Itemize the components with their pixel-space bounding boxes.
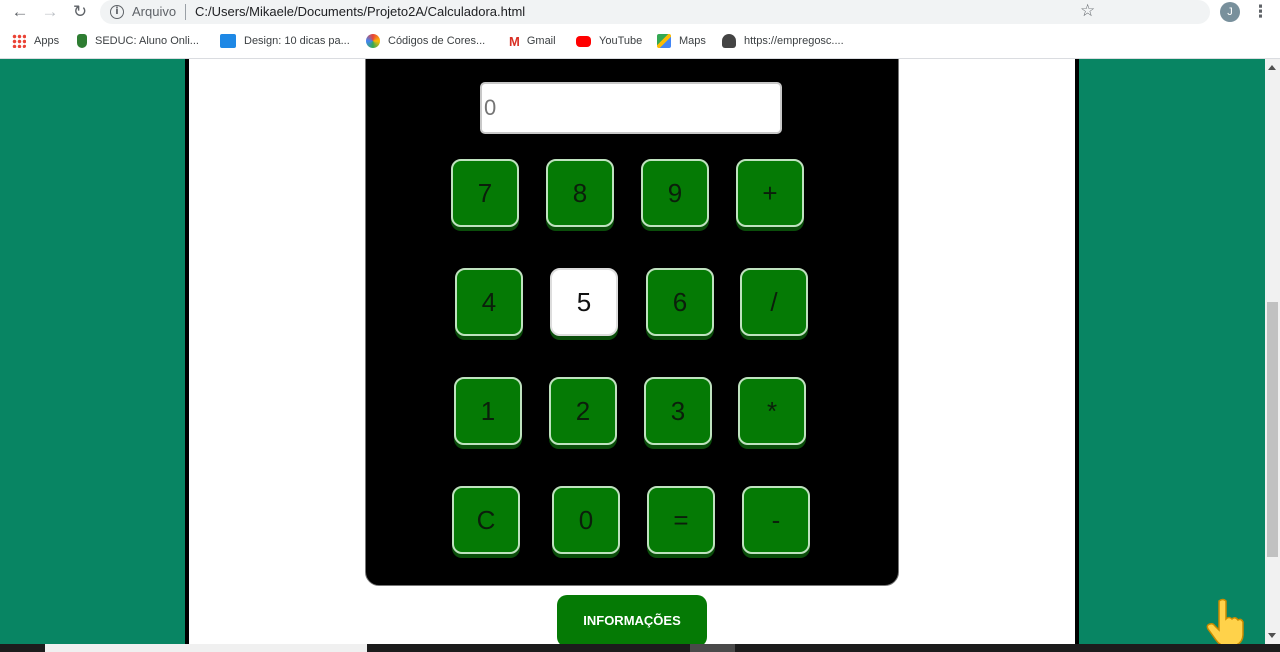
bookmark-label: Apps [34,35,60,47]
bookmark-label: YouTube [599,35,643,47]
profile-avatar[interactable]: J [1220,2,1240,22]
more-menu-icon[interactable]: ⋮ [1252,2,1269,22]
bookmark-label: Gmail [526,35,556,47]
key-multiply[interactable]: * [738,377,806,445]
key-4[interactable]: 4 [455,268,523,336]
youtube-icon [576,35,591,47]
scrollbar-thumb[interactable] [1267,302,1278,557]
key-1[interactable]: 1 [454,377,522,445]
key-2[interactable]: 2 [549,377,617,445]
empregos-icon [722,34,736,48]
bookmark-label: Códigos de Cores... [388,35,486,47]
bookmark-empregos[interactable]: https://empregosc.... [722,30,844,52]
key-9[interactable]: 9 [641,159,709,227]
info-icon[interactable]: i [110,5,124,19]
calculator-body [365,59,899,586]
color-wheel-icon [366,34,380,48]
hand-pointer-icon [1206,598,1244,644]
key-equals[interactable]: = [647,486,715,554]
bookmark-codigos-cores[interactable]: Códigos de Cores... [366,30,485,52]
bookmark-design[interactable]: Design: 10 dicas pa... [220,30,350,52]
key-8[interactable]: 8 [546,159,614,227]
key-7[interactable]: 7 [451,159,519,227]
bookmark-label: Maps [679,35,706,47]
gmail-icon: M [509,33,520,49]
key-0[interactable]: 0 [552,486,620,554]
right-side-panel [1079,59,1265,644]
url-separator [185,4,186,20]
bookmark-label: SEDUC: Aluno Onli... [95,35,199,47]
key-clear[interactable]: C [452,486,520,554]
key-5[interactable]: 5 [550,268,618,336]
bookmark-label: https://empregosc.... [744,35,844,47]
bookmark-seduc[interactable]: SEDUC: Aluno Onli... [77,30,199,52]
scroll-down-arrow-icon[interactable] [1268,633,1276,638]
seduc-icon [77,34,87,48]
back-arrow-icon[interactable]: ← [9,2,31,22]
address-bar[interactable]: i Arquivo C:/Users/Mikaele/Documents/Pro… [100,0,1210,24]
maps-icon [657,34,671,48]
os-taskbar [0,644,1280,652]
design-icon [220,34,236,48]
apps-grid-icon [12,34,26,48]
browser-toolbar: ← → ↻ i Arquivo C:/Users/Mikaele/Documen… [0,0,1280,25]
key-3[interactable]: 3 [644,377,712,445]
page-viewport: 7 8 9 + 4 5 6 / 1 2 3 * C 0 = - INFORMAÇ… [0,59,1265,644]
bookmark-gmail[interactable]: M Gmail [509,30,556,52]
key-6[interactable]: 6 [646,268,714,336]
left-border [185,59,189,644]
url-scheme-label: Arquivo [132,4,177,19]
bookmark-youtube[interactable]: YouTube [576,30,642,52]
reload-icon[interactable]: ↻ [69,2,91,22]
left-side-panel [0,59,185,644]
url-text[interactable]: C:/Users/Mikaele/Documents/Projeto2A/Cal… [195,4,525,19]
taskbar-search-box[interactable] [45,644,367,652]
info-button[interactable]: INFORMAÇÕES [557,595,707,644]
taskbar-app-slot[interactable] [690,644,735,652]
bookmark-star-icon[interactable]: ☆ [1080,1,1095,21]
key-divide[interactable]: / [740,268,808,336]
bookmark-label: Design: 10 dicas pa... [244,35,350,47]
key-minus[interactable]: - [742,486,810,554]
calculator-display[interactable] [480,82,782,134]
bookmark-apps[interactable]: Apps [12,30,59,52]
scroll-up-arrow-icon[interactable] [1268,65,1276,70]
vertical-scrollbar[interactable] [1265,59,1280,644]
key-plus[interactable]: + [736,159,804,227]
bookmarks-bar: Apps SEDUC: Aluno Onli... Design: 10 dic… [0,30,1280,55]
forward-arrow-icon[interactable]: → [39,2,61,22]
bookmark-maps[interactable]: Maps [657,30,706,52]
